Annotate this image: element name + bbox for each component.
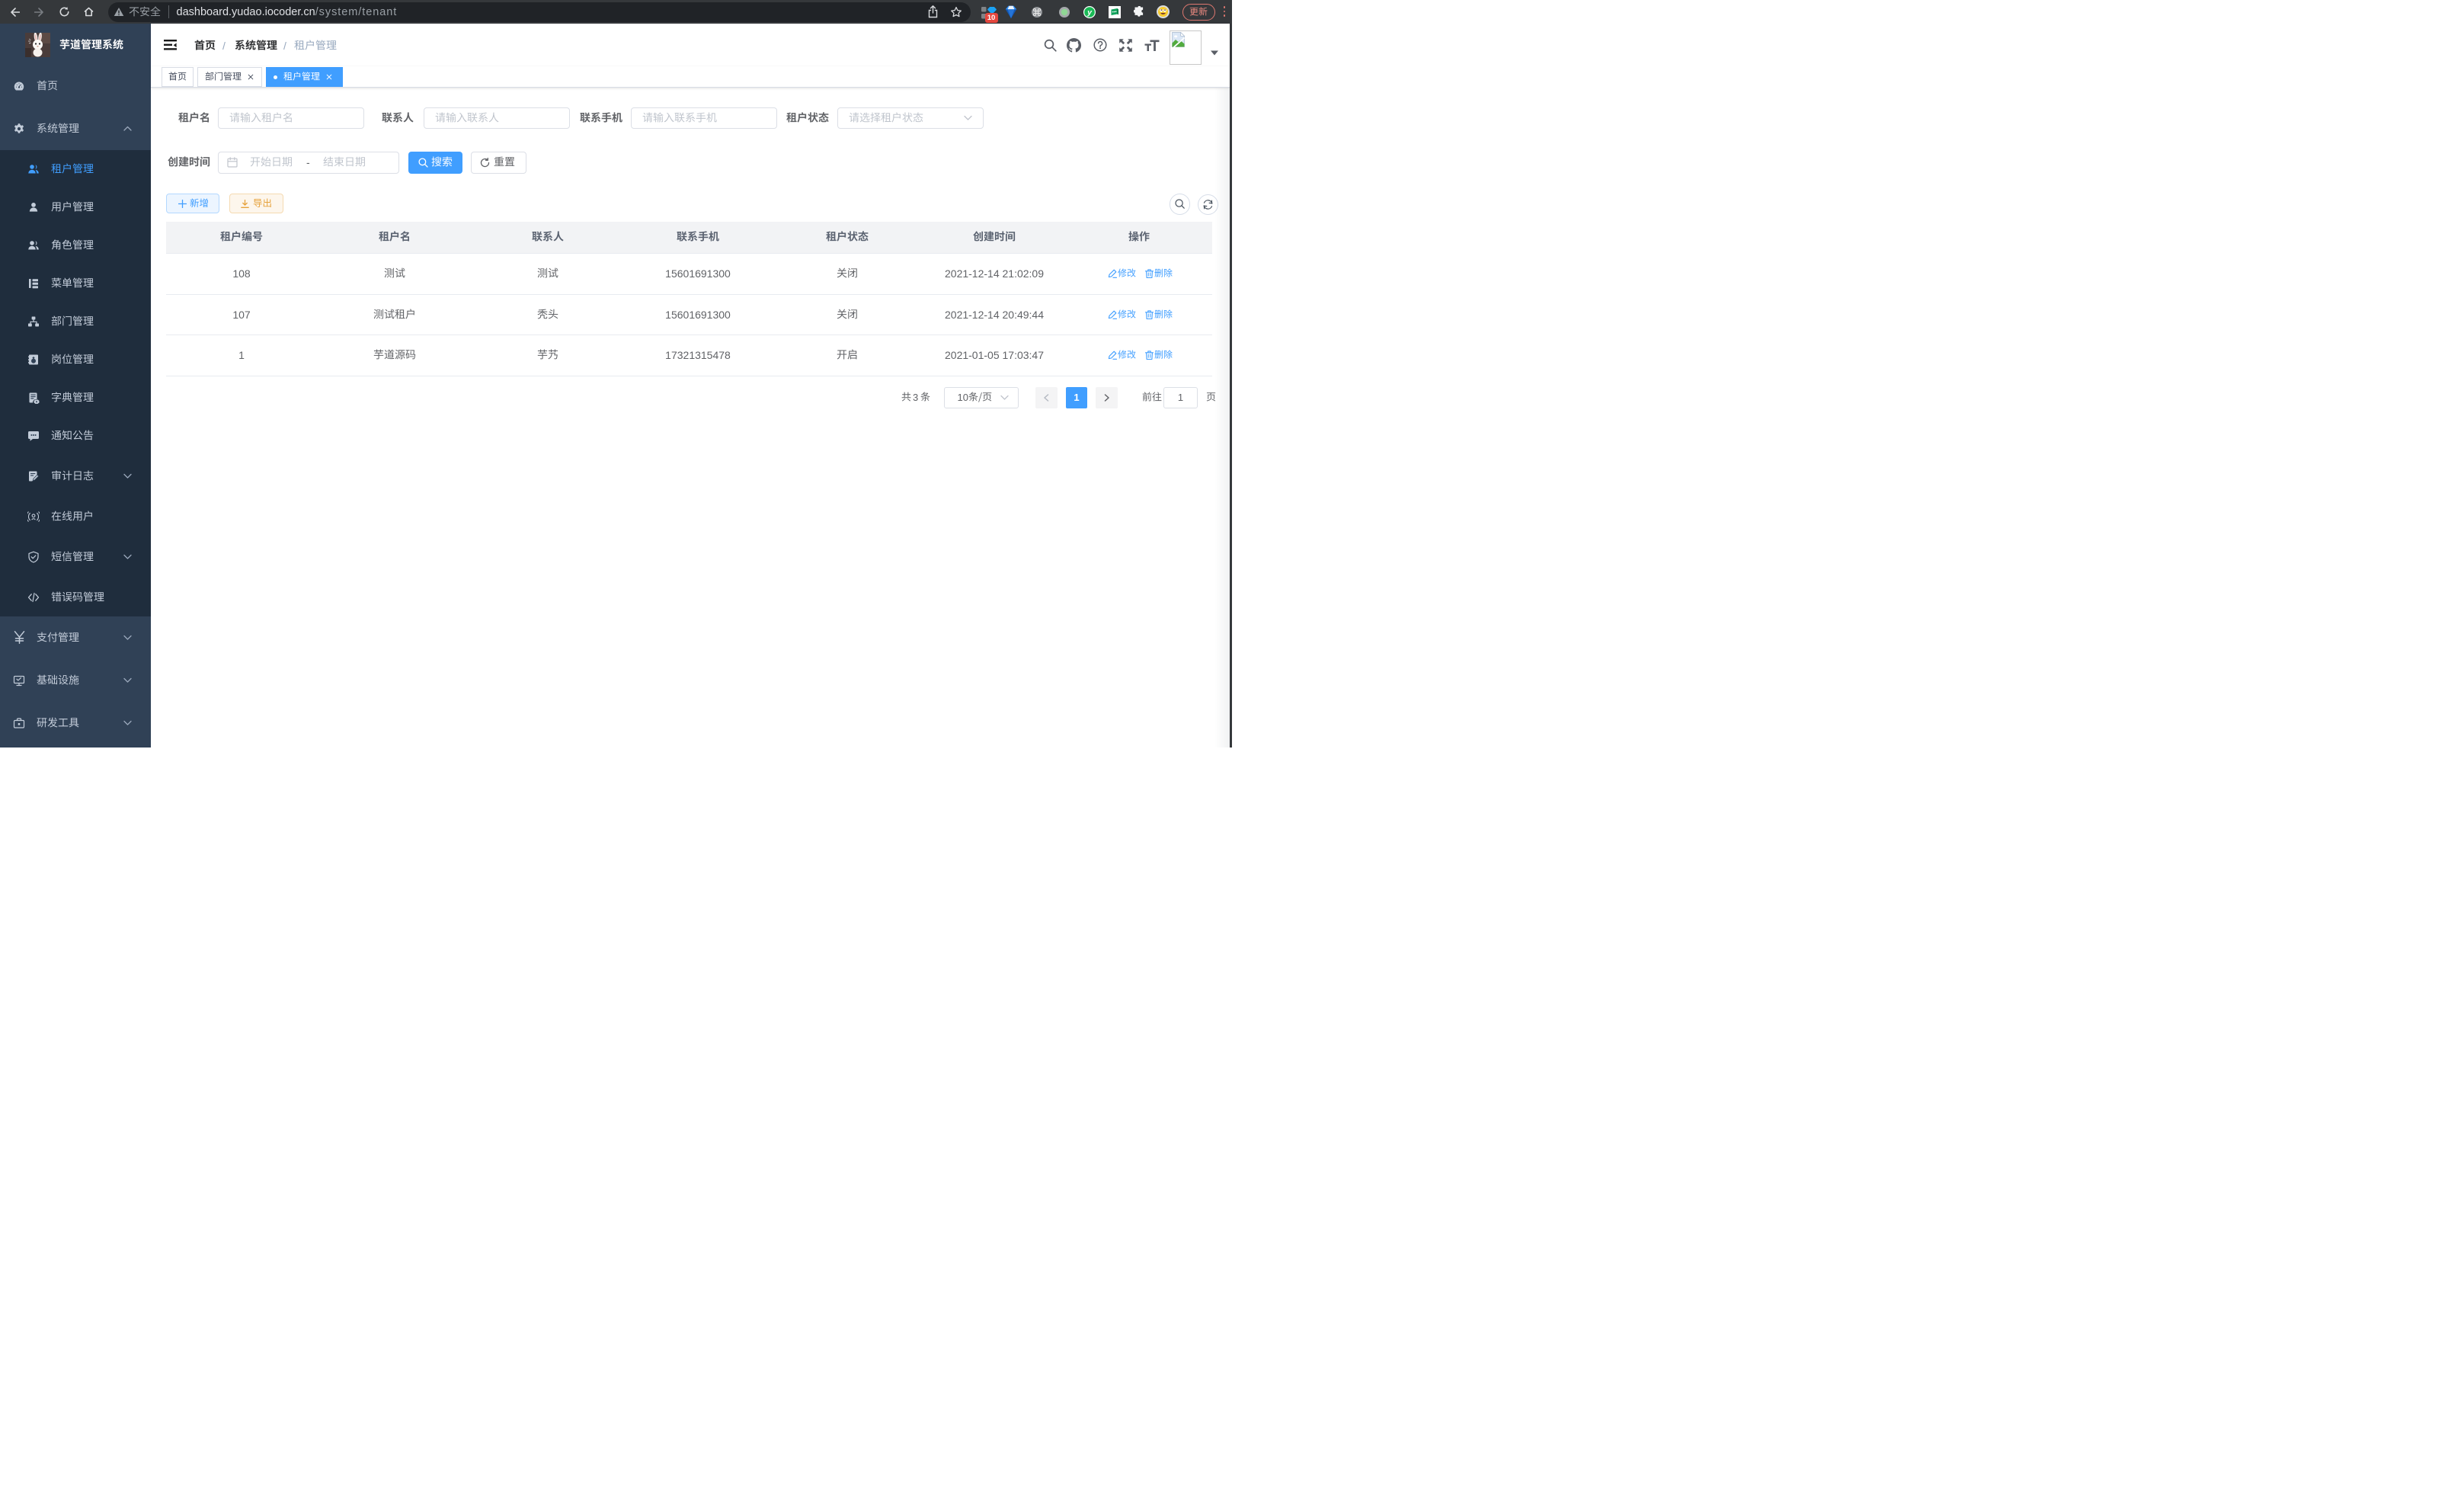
- svg-text:y: y: [1086, 8, 1093, 17]
